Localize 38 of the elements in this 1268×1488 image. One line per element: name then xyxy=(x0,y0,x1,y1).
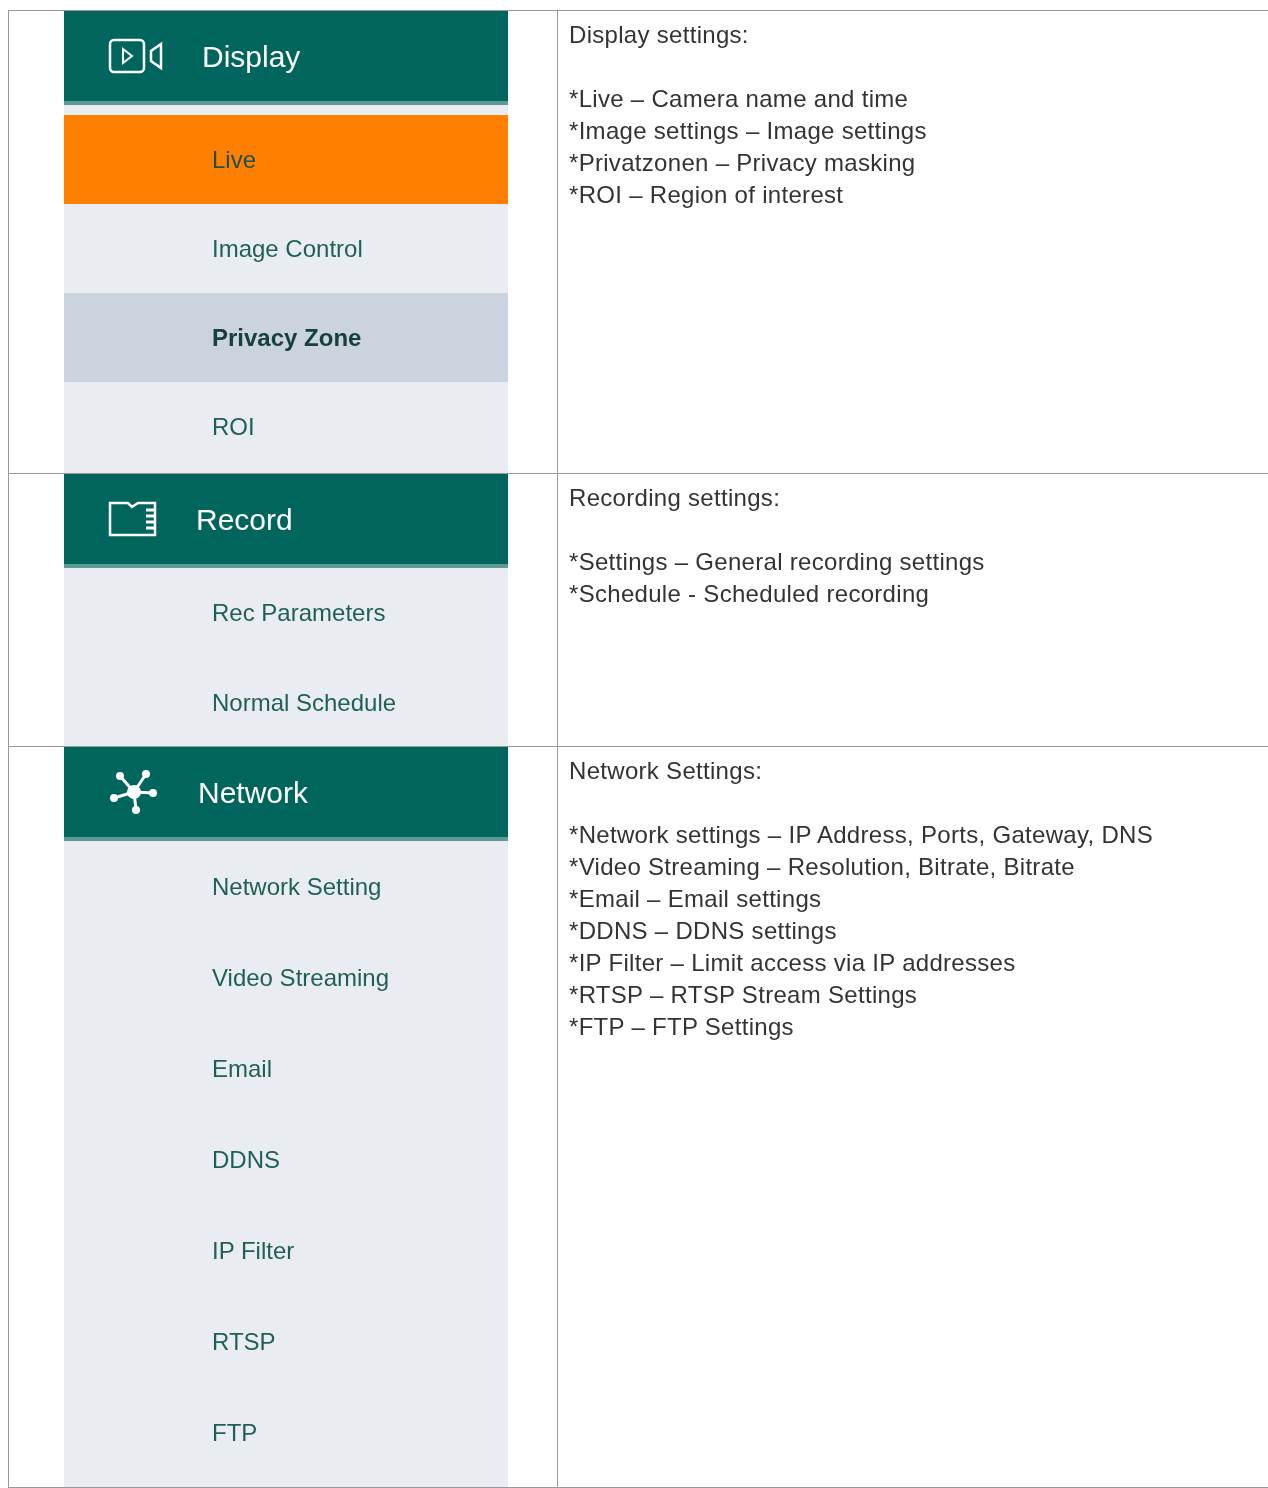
menu-item[interactable]: Privacy Zone xyxy=(64,293,508,382)
description-line: *ROI – Region of interest xyxy=(569,180,845,210)
menu-header[interactable]: Record xyxy=(64,474,508,568)
menu-item[interactable]: Image Control xyxy=(64,204,508,293)
menu-item[interactable]: Live xyxy=(64,115,508,204)
menu-item[interactable]: RTSP xyxy=(64,1296,508,1387)
menu-item[interactable]: FTP xyxy=(64,1387,508,1478)
description-line: *DDNS – DDNS settings xyxy=(569,916,838,946)
description-line: *Video Streaming – Resolution, Bitrate, Bitrate xyxy=(569,852,1076,882)
menu-header-title: Network xyxy=(198,774,309,811)
memory-card-icon xyxy=(108,501,158,537)
network-nodes-icon xyxy=(108,768,160,816)
menu-item[interactable]: Network Setting xyxy=(64,841,508,932)
description-line: *RTSP – RTSP Stream Settings xyxy=(569,980,919,1010)
menu-item[interactable]: DDNS xyxy=(64,1114,508,1205)
description-line: *Email – Email settings xyxy=(569,884,823,914)
description-line: *Settings – General recording settings xyxy=(569,547,986,577)
menu-header[interactable]: Display xyxy=(64,11,508,105)
menu-header[interactable]: Network xyxy=(64,747,508,841)
menu-item[interactable]: Normal Schedule xyxy=(64,658,508,746)
description-line: *Schedule - Scheduled recording xyxy=(569,579,931,609)
menu-item[interactable]: ROI xyxy=(64,382,508,471)
description-line: *IP Filter – Limit access via IP addresses xyxy=(569,948,1017,978)
menu-item[interactable]: Rec Parameters xyxy=(64,568,508,658)
description-heading: Network Settings: xyxy=(569,756,764,786)
video-camera-icon xyxy=(108,38,164,74)
menu-item[interactable]: Video Streaming xyxy=(64,932,508,1023)
description-line: *Live – Camera name and time xyxy=(569,84,910,114)
description-line: *Image settings – Image settings xyxy=(569,116,928,146)
description-line: *Privatzonen – Privacy masking xyxy=(569,148,917,178)
description-line: *Network settings – IP Address, Ports, Gateway, DNS xyxy=(569,820,1154,850)
description-line: *FTP – FTP Settings xyxy=(569,1012,795,1042)
menu-header-title: Record xyxy=(196,501,293,538)
description-heading: Display settings: xyxy=(569,20,750,50)
description-heading: Recording settings: xyxy=(569,483,782,513)
menu-item[interactable]: Email xyxy=(64,1023,508,1114)
menu-item[interactable]: IP Filter xyxy=(64,1205,508,1296)
menu-header-title: Display xyxy=(202,38,301,75)
